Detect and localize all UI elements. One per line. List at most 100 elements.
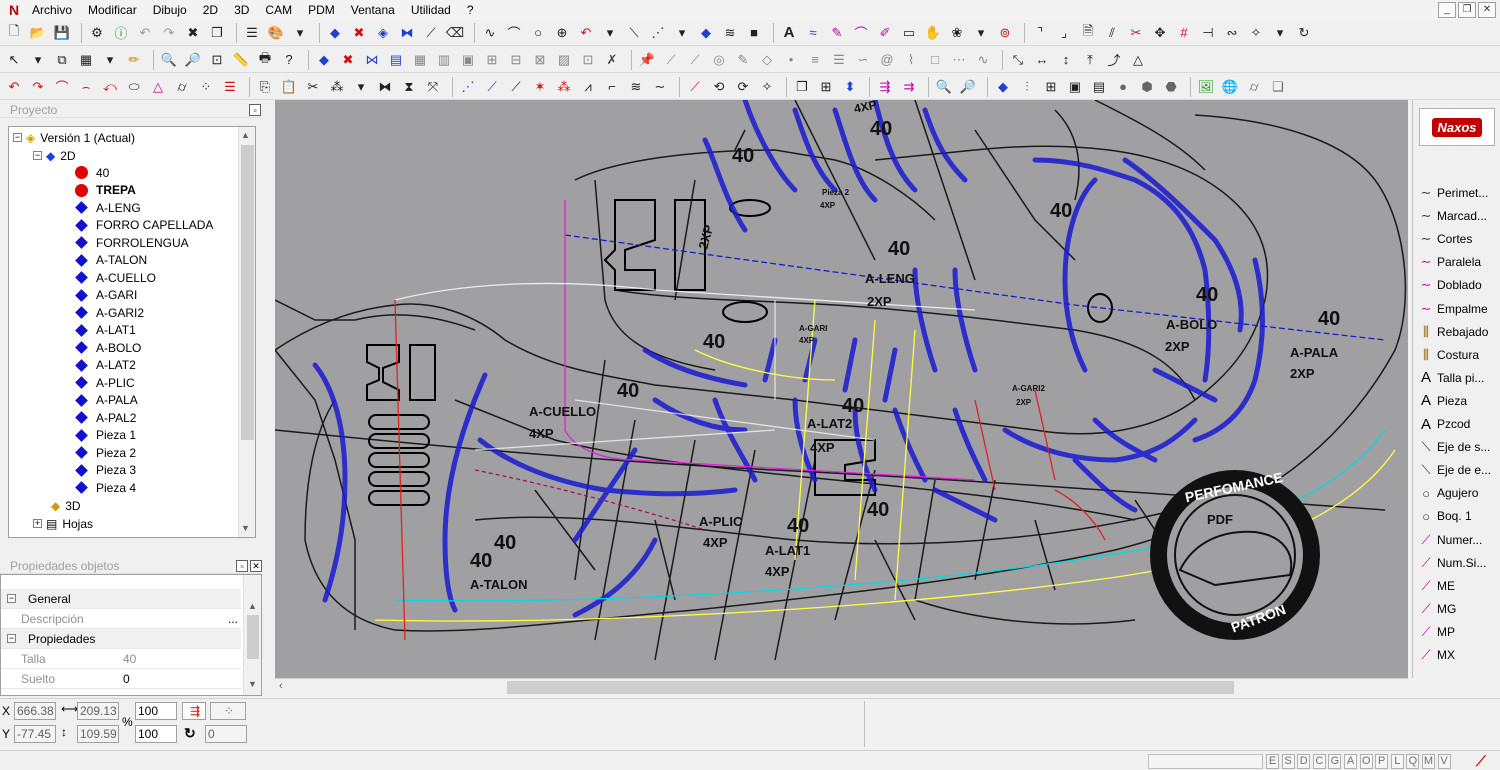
nodes-icon[interactable]: ⁂ <box>327 77 347 97</box>
pipe-icon[interactable]: ⌭ <box>1244 77 1264 97</box>
ruler-icon[interactable]: 📏 <box>231 50 251 70</box>
dropdown-icon[interactable]: ▾ <box>971 23 991 43</box>
node-join-icon[interactable]: ⋈ <box>362 50 382 70</box>
select-icon[interactable]: ◆ <box>325 23 345 43</box>
doc-icon[interactable]: ▤ <box>386 50 406 70</box>
palette-item[interactable]: ⟋ Num.Si... <box>1417 552 1500 574</box>
arc-red-icon[interactable]: ↶ <box>4 77 24 97</box>
help-icon[interactable]: ? <box>279 50 299 70</box>
spark-icon[interactable]: ✶ <box>530 77 550 97</box>
height-icon[interactable]: ↕ <box>1056 50 1076 70</box>
status-toggle[interactable]: G <box>1328 754 1342 769</box>
height-field[interactable]: 109.59 <box>77 725 119 743</box>
pen-icon[interactable]: ✎ <box>827 23 847 43</box>
line-icon[interactable]: ⟍ <box>624 23 644 43</box>
tree-node-3d[interactable]: ◆ 3D <box>51 497 81 514</box>
dropdown-icon[interactable]: ▾ <box>351 77 371 97</box>
blob-icon[interactable]: ● <box>1113 77 1133 97</box>
tree-piece-item[interactable]: A-TALON <box>75 252 147 269</box>
node-icon[interactable]: ⋰ <box>648 23 668 43</box>
hash-icon[interactable]: # <box>1174 23 1194 43</box>
blob2-icon[interactable]: ⬢ <box>1137 77 1157 97</box>
status-toggle[interactable]: S <box>1281 754 1295 769</box>
delete-red-icon[interactable]: ✖ <box>349 23 369 43</box>
status-toggle[interactable]: E <box>1266 754 1279 769</box>
expand-icon[interactable]: ⤧ <box>423 77 443 97</box>
delete-icon[interactable]: ✖ <box>183 23 203 43</box>
x-coord-field[interactable]: 666.38 <box>14 702 56 720</box>
sine-icon[interactable]: ∿ <box>973 50 993 70</box>
close-button[interactable]: ✕ <box>1478 2 1496 18</box>
resize-icon[interactable]: ⤡ <box>1008 50 1028 70</box>
bars-icon[interactable]: ≡ <box>805 50 825 70</box>
collapse-icon[interactable]: − <box>13 133 22 142</box>
pencil-icon[interactable]: ✏ <box>124 50 144 70</box>
bars3-icon[interactable]: ⫶ <box>1017 77 1037 97</box>
layers-icon[interactable]: ☰ <box>242 23 262 43</box>
cylinder-icon[interactable]: ⌭ <box>172 77 192 97</box>
tree-piece-item[interactable]: FORROLENGUA <box>75 234 189 251</box>
tree-piece-item[interactable]: Pieza 2 <box>75 444 136 461</box>
arrow-right-icon[interactable]: ⇶ <box>875 77 895 97</box>
tree-piece-item[interactable]: A-PLIC <box>75 374 135 391</box>
new-file-icon[interactable]: 🗋 <box>4 23 24 43</box>
props-scroll-thumb[interactable] <box>247 615 259 659</box>
corner2-icon[interactable]: ⌟ <box>1054 23 1074 43</box>
menu-dibujo[interactable]: Dibujo <box>151 0 195 20</box>
scale-x-field[interactable]: 100 <box>135 702 177 720</box>
status-toggle[interactable]: O <box>1359 754 1373 769</box>
window2-icon[interactable]: ▤ <box>1089 77 1109 97</box>
grid-icon[interactable]: ▦ <box>410 50 430 70</box>
stack-icon[interactable]: ❏ <box>1268 77 1288 97</box>
menu-2d[interactable]: 2D <box>201 0 226 20</box>
redo-icon[interactable]: ↷ <box>159 23 179 43</box>
arc-icon[interactable]: ↶ <box>576 23 596 43</box>
palette-item[interactable]: ∼ Marcad... <box>1417 205 1500 227</box>
scale-options-button[interactable]: ⇶ <box>182 702 206 720</box>
dropdown-icon[interactable]: ▾ <box>100 50 120 70</box>
flip-icon[interactable]: ⧓ <box>375 77 395 97</box>
tree-piece-item[interactable]: A-LAT1 <box>75 322 136 339</box>
panel-pin-icon[interactable]: ▫ <box>249 104 261 116</box>
zoom-icon[interactable]: 🔍 <box>934 77 954 97</box>
y-coord-field[interactable]: -77.45 <box>14 725 56 743</box>
pin-icon[interactable]: 📌 <box>637 50 657 70</box>
prop-talla-value[interactable]: 40 <box>119 652 241 666</box>
hand-icon[interactable]: ✋ <box>923 23 943 43</box>
palette-item[interactable]: ∼ Cortes <box>1417 228 1500 250</box>
dropdown-icon[interactable]: ▾ <box>290 23 310 43</box>
arc-red5-icon[interactable]: ⤺ <box>100 77 120 97</box>
photo-icon[interactable]: 🖼 <box>1196 77 1216 97</box>
hourglass-icon[interactable]: ⧗ <box>399 77 419 97</box>
grid-select-icon[interactable]: ⊞ <box>816 77 836 97</box>
collapse-icon[interactable]: − <box>7 634 16 643</box>
corner-icon[interactable]: ⌝ <box>1030 23 1050 43</box>
grid6-icon[interactable]: ⊠ <box>530 50 550 70</box>
diamond2-icon[interactable]: ◆ <box>993 77 1013 97</box>
page-icon[interactable]: 🗎 <box>1078 23 1098 43</box>
snap-button[interactable]: ⁘ <box>210 702 246 720</box>
props-scrollbar[interactable]: ▲ ▼ <box>243 575 261 695</box>
grid9-icon[interactable]: ⊞ <box>1041 77 1061 97</box>
arc-red4-icon[interactable]: ⌢ <box>76 77 96 97</box>
copy2-icon[interactable]: ⎘ <box>255 77 275 97</box>
descripcion-browse-button[interactable]: ... <box>225 612 241 626</box>
scissors-icon[interactable]: ✂ <box>303 77 323 97</box>
square-icon[interactable]: □ <box>925 50 945 70</box>
scatter-icon[interactable]: ⁂ <box>554 77 574 97</box>
collapse-icon[interactable]: − <box>7 594 16 603</box>
tree-piece-item[interactable]: TREPA <box>75 182 136 199</box>
blob3-icon[interactable]: ⬣ <box>1161 77 1181 97</box>
triangle2-icon[interactable]: △ <box>148 77 168 97</box>
scale-y-field[interactable]: 100 <box>135 725 177 743</box>
stripes-icon[interactable]: ☰ <box>220 77 240 97</box>
copy-icon[interactable]: ❐ <box>207 23 227 43</box>
width-field[interactable]: 209.13 <box>77 702 119 720</box>
arc2-icon[interactable]: ⌒ <box>851 23 871 43</box>
restore-button[interactable]: ❐ <box>1458 2 1476 18</box>
globe-icon[interactable]: 🌐 <box>1220 77 1240 97</box>
drawing-canvas[interactable]: PERFOMANCE PDF PATRON 4XP 40 40 Pieza 2 4XP 4… <box>275 100 1408 678</box>
print-icon[interactable]: 🖶 <box>255 50 275 70</box>
rectangle-icon[interactable]: ▭ <box>899 23 919 43</box>
zigzag-icon[interactable]: ⩘ <box>578 77 598 97</box>
